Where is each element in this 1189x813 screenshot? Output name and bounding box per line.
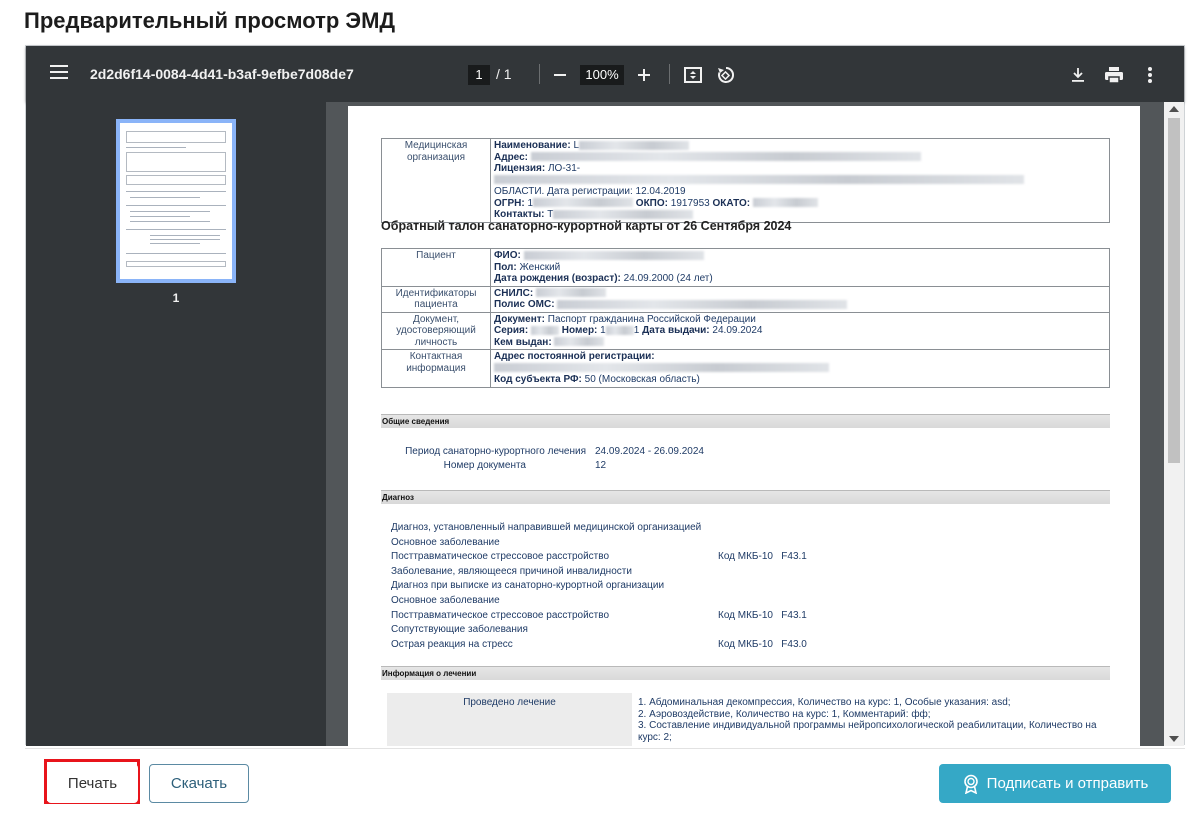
treatment-item: 1. Абдоминальная декомпрессия, Количеств…	[638, 697, 1011, 708]
treatment-item: 3. Составление индивидуальной программы …	[638, 720, 1097, 743]
menu-icon[interactable]	[50, 65, 68, 79]
patient-table: Пациент ФИО: Пол: Женский Дата рождения …	[381, 248, 1110, 388]
thumbnail-sidebar: 1	[26, 102, 326, 746]
vertical-scrollbar[interactable]	[1164, 102, 1184, 746]
file-name: 2d2d6f14-0084-4d41-b3af-9efbe7d08de7	[90, 66, 354, 82]
contact-details: Адрес постоянной регистрации: Код субъек…	[490, 349, 1110, 388]
certificate-icon	[963, 774, 978, 794]
page-count: / 1	[496, 66, 512, 82]
diagnosis-line: Основное заболевание	[391, 536, 500, 548]
scroll-thumb[interactable]	[1168, 118, 1180, 463]
diagnosis-line: Диагноз, установленный направившей медиц…	[391, 522, 702, 533]
download-icon[interactable]	[1065, 62, 1091, 88]
scroll-up-arrow-icon[interactable]	[1169, 106, 1179, 112]
page-title: Предварительный просмотр ЭМД	[24, 8, 396, 33]
scroll-down-arrow-icon[interactable]	[1169, 736, 1179, 742]
fit-page-icon[interactable]	[680, 62, 706, 88]
ids-label: Идентификаторы пациента	[381, 285, 491, 313]
print-icon[interactable]	[1101, 62, 1127, 88]
docnum-value: 12	[595, 460, 607, 471]
docnum-label: Номер документа	[443, 460, 526, 471]
zoom-in-icon[interactable]	[631, 62, 657, 88]
diagnosis-line: Сопутствующие заболевания	[391, 624, 528, 636]
document-area: Медицинская организация Наименование: L …	[326, 102, 1164, 746]
rotate-icon[interactable]	[713, 62, 739, 88]
icd-code: Код МКБ-10 F43.1	[718, 609, 807, 621]
toolbar-divider	[669, 64, 670, 84]
zoom-out-icon[interactable]	[547, 62, 573, 88]
thumbnail-page-number: 1	[172, 291, 180, 305]
sign-and-send-label: Подписать и отправить	[986, 775, 1149, 792]
diagnosis-line: Посттравматическое стрессовое расстройст…	[391, 609, 610, 621]
diagnosis-line: Заболевание, являющееся причиной инвалид…	[391, 565, 632, 577]
footer-divider	[25, 748, 1185, 749]
org-table: Медицинская организация Наименование: L …	[381, 138, 1110, 223]
more-icon[interactable]	[1137, 62, 1163, 88]
page-thumbnail[interactable]	[116, 119, 236, 283]
patient-label: Пациент	[381, 248, 491, 287]
period-value: 24.09.2024 - 26.09.2024	[595, 446, 704, 457]
section-general: Общие сведения	[381, 414, 1110, 428]
period-label: Период санаторно-курортного лечения	[405, 446, 586, 457]
org-details: Наименование: L Адрес: Лицензия: ЛО-31- …	[490, 138, 1110, 223]
ids-details: СНИЛС: Полис ОМС:	[490, 285, 1110, 313]
sign-and-send-button[interactable]: Подписать и отправить	[939, 764, 1171, 803]
pdf-viewer: 2d2d6f14-0084-4d41-b3af-9efbe7d08de7 1 /…	[25, 45, 1185, 746]
download-button[interactable]: Скачать	[149, 764, 249, 803]
diagnosis-line: Диагноз при выписке из санаторно-курортн…	[391, 580, 665, 592]
diagnosis-line: Острая реакция на стресс	[391, 638, 513, 650]
toolbar-divider	[539, 64, 540, 84]
print-button[interactable]: Печать	[47, 764, 138, 803]
viewer-toolbar: 2d2d6f14-0084-4d41-b3af-9efbe7d08de7 1 /…	[26, 46, 1184, 102]
document-page: Медицинская организация Наименование: L …	[348, 106, 1140, 746]
patient-details: ФИО: Пол: Женский Дата рождения (возраст…	[490, 248, 1110, 287]
icd-code: Код МКБ-10 F43.0	[718, 638, 807, 650]
identity-label: Документ, удостоверяющий личность	[381, 311, 491, 350]
treatment-label: Проведено лечение	[387, 693, 632, 746]
section-treatment: Информация о лечении	[381, 666, 1110, 680]
contact-label: Контактная информация	[381, 349, 491, 388]
diagnosis-line: Основное заболевание	[391, 595, 500, 606]
document-heading: Обратный талон санаторно-курортной карты…	[381, 219, 792, 233]
treatment-list: 1. Абдоминальная декомпрессия, Количеств…	[638, 697, 1108, 743]
page-number-input[interactable]: 1	[468, 65, 490, 85]
section-diagnosis: Диагноз	[381, 490, 1110, 504]
treatment-item: 2. Аэровоздействие, Количество на курс: …	[638, 708, 931, 720]
diagnosis-line: Посттравматическое стрессовое расстройст…	[391, 551, 610, 563]
identity-details: Документ: Паспорт гражданина Российской …	[490, 311, 1110, 350]
icd-code: Код МКБ-10 F43.1	[718, 551, 807, 563]
org-label: Медицинская организация	[381, 138, 491, 223]
zoom-input[interactable]: 100%	[580, 65, 624, 85]
